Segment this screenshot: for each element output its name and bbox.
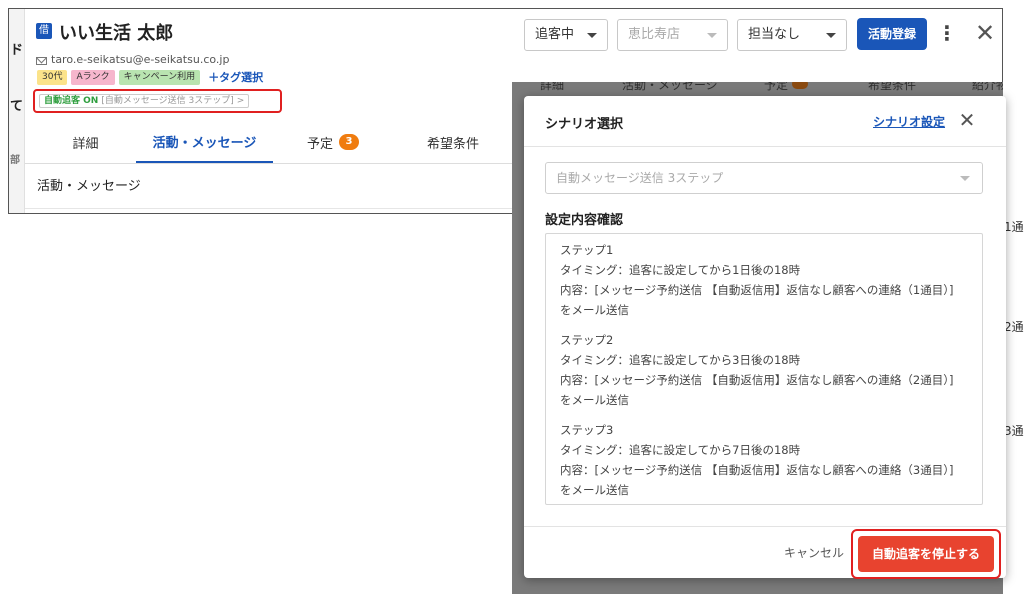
tabs-divider [25,163,525,164]
scenario-modal: シナリオ選択 シナリオ設定 ✕ 自動メッセージ送信 3ステップ 設定内容確認 ス… [524,96,1006,578]
customer-tabs: 詳細 活動・メッセージ 予定 3 希望条件 [33,121,523,163]
left-edge-strip: ド て 部 [9,9,25,213]
step-content: 内容：[メッセージ予約送信 【自動返信用】返信なし顧客への連絡（3通目）] をメ… [560,463,954,497]
ghost-tab-label: 予定 [764,82,789,92]
right-peek-text: 3通 [1004,424,1024,438]
scenario-settings-link[interactable]: シナリオ設定 [873,113,945,130]
close-icon[interactable]: ✕ [973,21,997,45]
status-select[interactable]: 追客中 [524,19,608,51]
more-icon[interactable]: ⋮ [937,21,957,47]
mail-icon [36,57,47,65]
assignee-select[interactable]: 担当なし [737,19,847,51]
settings-confirm-label: 設定内容確認 [545,213,624,228]
right-peek-text: 2通 [1004,320,1024,334]
step-content: 内容：[メッセージ予約送信 【自動返信用】返信なし顧客への連絡（2通目）] をメ… [560,373,954,407]
cancel-button[interactable]: キャンセル [784,544,844,561]
chevron-down-icon [587,33,597,38]
tab-schedule[interactable]: 予定 3 [273,121,393,163]
tab-label: 活動・メッセージ [152,135,257,151]
scenario-step: ステップ3 タイミング：追客に設定してから7日後の18時 内容：[メッセージ予約… [560,420,968,500]
assignee-select-value: 担当なし [748,27,801,42]
edge-glyph: ド [10,43,24,58]
contract-type-badge: 借 [36,23,52,39]
status-select-value: 追客中 [535,27,575,42]
tab-label: 希望条件 [426,136,479,152]
tag-rank: Aランク [71,69,115,85]
chevron-down-icon [826,33,836,38]
scenario-steps-box: ステップ1 タイミング：追客に設定してから1日後の18時 内容：[メッセージ予約… [545,233,983,505]
stop-button-highlight: 自動追客を停止する [851,529,1001,579]
step-timing: タイミング：追客に設定してから7日後の18時 [560,443,801,457]
ghost-badge [792,82,809,89]
ghost-tab: 予定 [764,82,809,92]
step-timing: タイミング：追客に設定してから1日後の18時 [560,263,801,277]
customer-name: いい生活 太郎 [59,23,174,44]
ghost-tab: 詳細 [540,82,565,92]
step-content: 内容：[メッセージ予約送信 【自動返信用】返信なし顧客への連絡（1通目）] をメ… [560,283,954,317]
edge-glyph: 部 [10,155,20,166]
ghost-tab: 活動・メッセージ [622,82,718,92]
modal-footer-divider [524,526,1006,527]
scenario-step: ステップ2 タイミング：追客に設定してから3日後の18時 内容：[メッセージ予約… [560,330,968,410]
auto-follow-scenario: [自動メッセージ送信 3ステップ] [101,96,234,106]
store-select[interactable]: 恵比寿店 [617,19,728,51]
step-title: ステップ2 [560,333,614,347]
tab-details[interactable]: 詳細 [33,121,138,163]
tab-activity-messages[interactable]: 活動・メッセージ [136,121,273,163]
tab-label: 詳細 [72,136,99,152]
scenario-select-value: 自動メッセージ送信 3ステップ [556,171,724,185]
modal-title: シナリオ選択 [545,117,624,132]
scenario-select[interactable]: 自動メッセージ送信 3ステップ [545,162,983,194]
edge-glyph: て [10,99,24,114]
schedule-count-badge: 3 [339,134,359,150]
tag-age: 30代 [37,69,68,85]
chevron-right-icon: > [236,96,245,106]
tag-campaign: キャンペーン利用 [118,69,201,85]
auto-follow-status[interactable]: 自動追客 ON [自動メッセージ送信 3ステップ] > [39,94,250,108]
right-peek-text: 1通 [1004,220,1024,234]
section-title: 活動・メッセージ [37,179,141,194]
step-timing: タイミング：追客に設定してから3日後の18時 [560,353,801,367]
step-title: ステップ3 [560,423,614,437]
chevron-down-icon [960,176,970,181]
auto-follow-highlight: 自動追客 ON [自動メッセージ送信 3ステップ] > [33,89,282,113]
backdrop-tabs: 詳細 活動・メッセージ 予定 希望条件 紹介物 [512,82,1003,92]
tab-preferences[interactable]: 希望条件 [393,121,513,163]
store-select-value: 恵比寿店 [628,27,681,42]
chevron-down-icon [707,33,717,38]
section-divider [25,208,525,209]
register-activity-button[interactable]: 活動登録 [857,18,927,50]
step-title: ステップ1 [560,243,614,257]
add-tag-link[interactable]: ＋タグ選択 [208,69,263,85]
customer-email: taro.e-seikatsu@e-seikatsu.co.jp [51,53,230,66]
close-icon[interactable]: ✕ [958,110,976,130]
scenario-step: ステップ1 タイミング：追客に設定してから1日後の18時 内容：[メッセージ予約… [560,240,968,320]
ghost-tab: 希望条件 [868,82,917,92]
tag-list: 30代 Aランク キャンペーン利用 ＋タグ選択 [37,69,263,85]
tab-label: 予定 [306,136,333,152]
ghost-tab: 紹介物 [972,82,1003,92]
stop-auto-follow-button[interactable]: 自動追客を停止する [858,536,994,572]
modal-header-divider [524,146,1006,147]
auto-follow-on-label: 自動追客 ON [44,96,99,106]
